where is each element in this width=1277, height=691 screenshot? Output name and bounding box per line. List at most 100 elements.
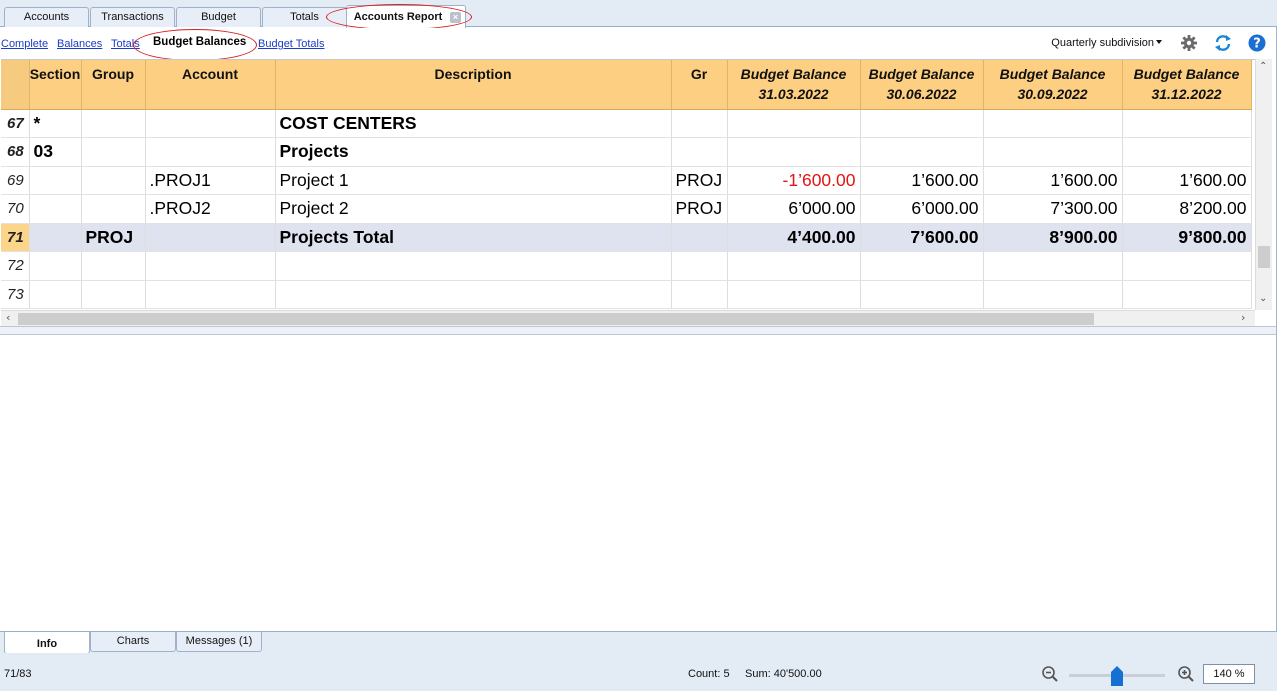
zoom-slider-thumb[interactable]	[1111, 666, 1123, 686]
cell-description[interactable]	[275, 280, 672, 309]
cell-budget-q4[interactable]	[1122, 280, 1252, 309]
cell-budget-q2[interactable]	[860, 109, 984, 138]
cell-account[interactable]: .PROJ1	[145, 166, 276, 195]
subdivision-dropdown[interactable]: Quarterly subdivision	[1051, 37, 1162, 49]
horizontal-scrollbar[interactable]: ‹ ›	[1, 310, 1255, 326]
column-header-account[interactable]: Account	[145, 60, 276, 110]
column-header-group[interactable]: Group	[81, 60, 146, 110]
cell-budget-q4[interactable]: 1’600.00	[1122, 166, 1252, 195]
cell-gr[interactable]: PROJ	[671, 166, 728, 195]
cell-account[interactable]	[145, 280, 276, 309]
cell-section[interactable]: 03	[29, 137, 82, 167]
table-row[interactable]: 73	[1, 280, 1252, 309]
cell-budget-q1[interactable]	[727, 280, 861, 309]
cell-account[interactable]: .PROJ2	[145, 194, 276, 224]
table-row[interactable]: 70 .PROJ2 Project 2 PROJ 6’000.00 6’000.…	[1, 194, 1252, 224]
help-icon[interactable]: ?	[1247, 33, 1267, 53]
cell-description[interactable]: Projects Total	[275, 223, 672, 252]
cell-budget-q3[interactable]: 1’600.00	[983, 166, 1123, 195]
tab-transactions[interactable]: Transactions	[90, 7, 175, 27]
table-row[interactable]: 69 .PROJ1 Project 1 PROJ -1’600.00 1’600…	[1, 166, 1252, 195]
cell-budget-q4[interactable]	[1122, 137, 1252, 167]
tab-accounts[interactable]: Accounts	[4, 7, 89, 27]
column-header-budget-balance-q1[interactable]: Budget Balance 31.03.2022	[727, 60, 861, 110]
cell-budget-q3[interactable]	[983, 137, 1123, 167]
cell-description[interactable]: Project 2	[275, 194, 672, 224]
cell-budget-q2[interactable]: 7’600.00	[860, 223, 984, 252]
table-row[interactable]: 68 03 Projects	[1, 137, 1252, 167]
cell-gr[interactable]	[671, 223, 728, 252]
view-link-complete[interactable]: Complete	[1, 38, 48, 50]
view-link-budget-totals[interactable]: Budget Totals	[258, 38, 324, 50]
cell-account[interactable]	[145, 109, 276, 138]
cell-group[interactable]	[81, 166, 146, 195]
scroll-down-icon[interactable]: ⌄	[1259, 293, 1267, 304]
scroll-left-icon[interactable]: ‹	[6, 311, 10, 324]
column-header-section[interactable]: Section	[29, 60, 82, 110]
cell-budget-q1[interactable]: 4’400.00	[727, 223, 861, 252]
cell-budget-q3[interactable]	[983, 280, 1123, 309]
tab-info[interactable]: Info	[4, 632, 90, 654]
cell-gr[interactable]	[671, 109, 728, 138]
column-header-budget-balance-q2[interactable]: Budget Balance 30.06.2022	[860, 60, 984, 110]
cell-description[interactable]: COST CENTERS	[275, 109, 672, 138]
cell-account[interactable]	[145, 251, 276, 281]
table-row[interactable]: 67 * COST CENTERS	[1, 109, 1252, 138]
cell-section[interactable]	[29, 166, 82, 195]
cell-budget-q3[interactable]: 8’900.00	[983, 223, 1123, 252]
table-row[interactable]: 72	[1, 251, 1252, 281]
cell-budget-q3[interactable]	[983, 109, 1123, 138]
scroll-up-icon[interactable]: ⌃	[1259, 61, 1267, 72]
cell-budget-q3[interactable]	[983, 251, 1123, 281]
cell-group[interactable]	[81, 194, 146, 224]
cell-budget-q4[interactable]: 8’200.00	[1122, 194, 1252, 224]
cell-group[interactable]	[81, 137, 146, 167]
cell-description[interactable]	[275, 251, 672, 281]
cell-group[interactable]	[81, 280, 146, 309]
cell-section[interactable]	[29, 223, 82, 252]
cell-account[interactable]	[145, 223, 276, 252]
refresh-icon[interactable]	[1213, 33, 1233, 53]
cell-budget-q2[interactable]: 1’600.00	[860, 166, 984, 195]
cell-budget-q3[interactable]: 7’300.00	[983, 194, 1123, 224]
view-link-totals[interactable]: Totals	[111, 38, 140, 50]
tab-budget[interactable]: Budget	[176, 7, 261, 27]
cell-budget-q1[interactable]: 6’000.00	[727, 194, 861, 224]
cell-section[interactable]	[29, 251, 82, 281]
cell-section[interactable]	[29, 280, 82, 309]
cell-budget-q2[interactable]	[860, 251, 984, 281]
vertical-scrollbar[interactable]: ⌃ ⌄	[1255, 59, 1272, 310]
cell-gr[interactable]	[671, 280, 728, 309]
zoom-out-icon[interactable]	[1041, 665, 1059, 683]
cell-group[interactable]	[81, 109, 146, 138]
zoom-level-field[interactable]: 140 %	[1203, 664, 1255, 684]
cell-section[interactable]	[29, 194, 82, 224]
cell-budget-q4[interactable]: 9’800.00	[1122, 223, 1252, 252]
cell-budget-q1[interactable]	[727, 251, 861, 281]
vertical-scroll-thumb[interactable]	[1258, 246, 1270, 268]
tab-charts[interactable]: Charts	[90, 632, 176, 652]
cell-section[interactable]: *	[29, 109, 82, 138]
horizontal-scroll-thumb[interactable]	[18, 313, 1094, 325]
cell-gr[interactable]	[671, 137, 728, 167]
view-link-balances[interactable]: Balances	[57, 38, 102, 50]
tab-accounts-report[interactable]: Accounts Report ×	[346, 5, 466, 28]
column-header-budget-balance-q3[interactable]: Budget Balance 30.09.2022	[983, 60, 1123, 110]
column-header-description[interactable]: Description	[275, 60, 672, 110]
cell-account[interactable]	[145, 137, 276, 167]
cell-gr[interactable]	[671, 251, 728, 281]
cell-budget-q4[interactable]	[1122, 109, 1252, 138]
zoom-in-icon[interactable]	[1177, 665, 1195, 683]
close-icon[interactable]: ×	[450, 12, 461, 23]
table-row-total[interactable]: 71 PROJ Projects Total 4’400.00 7’600.00…	[1, 223, 1252, 252]
cell-budget-q2[interactable]	[860, 280, 984, 309]
column-header-budget-balance-q4[interactable]: Budget Balance 31.12.2022	[1122, 60, 1252, 110]
cell-description[interactable]: Projects	[275, 137, 672, 167]
tab-totals[interactable]: Totals	[262, 7, 347, 27]
cell-gr[interactable]: PROJ	[671, 194, 728, 224]
cell-budget-q4[interactable]	[1122, 251, 1252, 281]
pane-splitter[interactable]	[0, 326, 1276, 335]
cell-budget-q2[interactable]: 6’000.00	[860, 194, 984, 224]
cell-description[interactable]: Project 1	[275, 166, 672, 195]
scroll-right-icon[interactable]: ›	[1241, 311, 1245, 324]
